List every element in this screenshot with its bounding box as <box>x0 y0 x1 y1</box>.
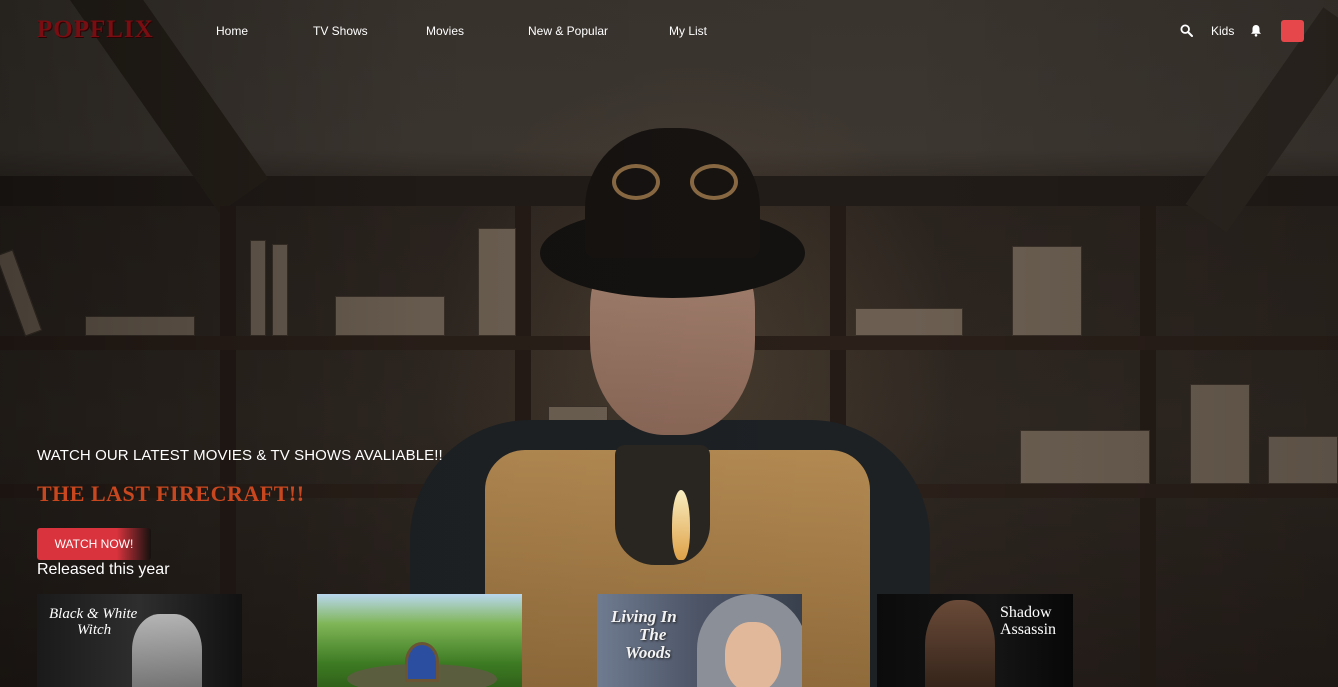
profile-avatar[interactable] <box>1281 20 1304 42</box>
poster-round-door <box>405 642 439 682</box>
poster-title-line: Witch <box>77 621 112 638</box>
movie-card-black-white-witch[interactable]: Black & White Witch <box>37 594 242 687</box>
hero-title: THE LAST FIRECRAFT!! <box>37 481 305 506</box>
nav-link-movies[interactable]: Movies <box>426 24 464 38</box>
hero-overlay <box>0 0 1338 687</box>
nav-link-my-list[interactable]: My List <box>669 24 707 38</box>
row-title: Released this year <box>37 561 170 578</box>
poster-face <box>725 622 781 687</box>
poster-title-line: Living In <box>611 607 677 626</box>
poster-title: Shadow Assassin <box>1000 604 1057 639</box>
poster-title: Living In The Woods <box>611 608 677 662</box>
nav-link-new-popular[interactable]: New & Popular <box>528 24 608 38</box>
movie-card-shadow-assassin[interactable]: Shadow Assassin <box>877 594 1073 687</box>
poster-title-line: Assassin <box>1000 620 1057 638</box>
nav-link-tv-shows[interactable]: TV Shows <box>313 24 368 38</box>
brand-logo[interactable]: POPFLIX <box>37 16 154 44</box>
hero-tagline: WATCH OUR LATEST MOVIES & TV SHOWS AVALI… <box>37 447 443 464</box>
bell-icon[interactable] <box>1250 24 1262 37</box>
watch-now-button[interactable]: WATCH NOW! <box>37 528 151 560</box>
nav-link-home[interactable]: Home <box>216 24 248 38</box>
top-navbar: POPFLIX Home TV Shows Movies New & Popul… <box>0 0 1338 62</box>
poster-figure <box>132 614 202 687</box>
kids-link[interactable]: Kids <box>1211 24 1234 38</box>
poster-title-line: The <box>639 624 667 644</box>
poster-title: Black & White Witch <box>49 606 138 639</box>
hero-background <box>0 0 1338 687</box>
poster-figure <box>925 600 995 687</box>
search-icon[interactable] <box>1180 24 1193 37</box>
movie-card-hobbit-house[interactable] <box>317 594 522 687</box>
poster-title-line: Woods <box>625 642 671 662</box>
movie-card-living-in-the-woods[interactable]: Living In The Woods <box>597 594 802 687</box>
poster-title-line: Black & White <box>49 606 138 622</box>
poster-title-line: Shadow <box>1000 604 1052 621</box>
